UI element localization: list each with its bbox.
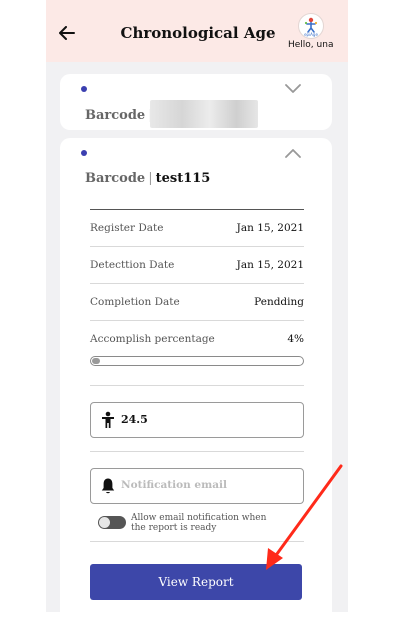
chevron-down-icon[interactable] — [285, 84, 301, 94]
progress-fill — [92, 358, 100, 364]
barcode-line: Barcode | test115 — [85, 171, 210, 186]
progress-bar — [90, 356, 304, 366]
svg-text:epiAge: epiAge — [304, 32, 318, 37]
status-dot — [81, 150, 87, 156]
avatar[interactable]: epiAge — [298, 13, 324, 39]
barcode-value: test115 — [155, 171, 211, 186]
toggle-knob — [99, 517, 110, 528]
percentage-row: Accomplish percentage 4% — [90, 321, 304, 386]
barcode-separator: | — [148, 171, 153, 186]
bell-icon — [101, 478, 115, 494]
chevron-up-icon[interactable] — [285, 148, 301, 158]
register-date-row: Register Date Jan 15, 2021 — [90, 210, 304, 247]
barcode-value-redacted — [150, 100, 258, 128]
detection-date-value: Jan 15, 2021 — [236, 259, 304, 271]
email-placeholder: Notification email — [121, 479, 227, 491]
view-report-button[interactable]: View Report — [90, 564, 302, 600]
completion-date-label: Completion Date — [90, 296, 180, 308]
percentage-label: Accomplish percentage — [90, 333, 215, 345]
barcode-line: Barcode| — [85, 108, 156, 123]
register-date-value: Jan 15, 2021 — [236, 222, 304, 234]
person-icon — [102, 411, 114, 428]
age-field[interactable]: 24.5 — [90, 402, 304, 438]
status-dot — [81, 86, 87, 92]
detection-date-row: Detecttion Date Jan 15, 2021 — [90, 247, 304, 284]
greeting-text: Hello, una — [288, 40, 334, 50]
barcode-label: Barcode — [85, 171, 146, 186]
age-value: 24.5 — [121, 413, 148, 426]
email-notification-toggle[interactable] — [98, 516, 126, 529]
completion-date-row: Completion Date Pendding — [90, 284, 304, 321]
back-button[interactable] — [56, 22, 78, 44]
section-divider — [90, 541, 304, 542]
toggle-label: Allow email notification when the report… — [131, 513, 267, 533]
section-divider — [90, 451, 304, 452]
epiage-logo-icon: epiAge — [304, 17, 318, 37]
completion-date-value: Pendding — [254, 296, 304, 308]
barcode-label: Barcode — [85, 108, 146, 123]
notification-email-input[interactable]: Notification email — [90, 468, 304, 504]
register-date-label: Register Date — [90, 222, 164, 234]
detection-date-label: Detecttion Date — [90, 259, 175, 271]
arrow-left-icon — [59, 26, 75, 40]
percentage-value: 4% — [287, 333, 304, 345]
page-title: Chronological Age — [120, 24, 276, 42]
